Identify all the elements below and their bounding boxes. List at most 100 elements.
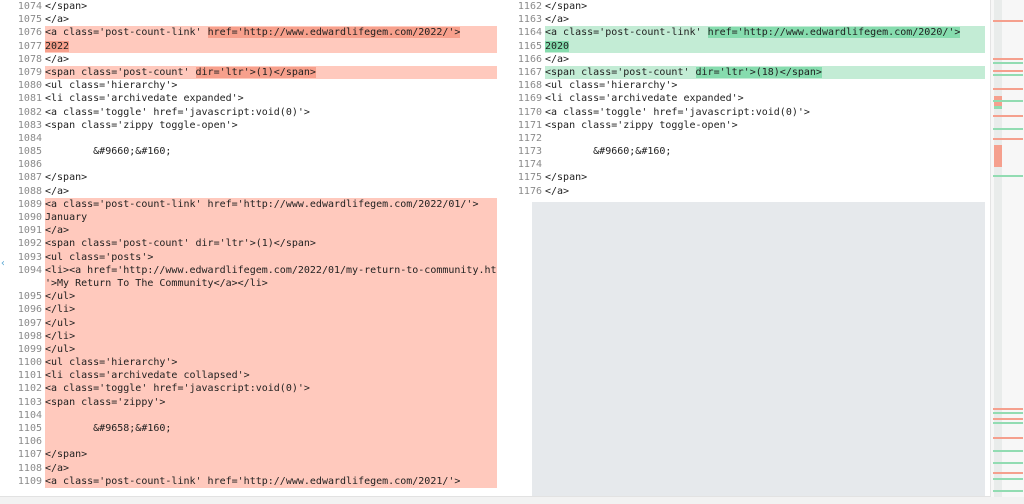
diff-line[interactable]: 1085 &#9660;&#160; (0, 145, 497, 158)
diff-line[interactable]: 1164 <a class='post-count-link' href='htt… (500, 26, 985, 40)
diff-line[interactable]: 1089 <a class='post-count-link' href='htt… (0, 197, 497, 211)
diff-line[interactable]: 1168 <ul class='hierarchy'> (500, 79, 985, 92)
diff-line[interactable]: 1080 <ul class='hierarchy'> (0, 79, 497, 92)
diff-line[interactable]: 1098 </li> (0, 329, 497, 343)
diff-line[interactable]: 1171 <span class='zippy toggle-open'> (500, 119, 985, 132)
revert-arrow-icon[interactable]: ‹ (0, 258, 8, 269)
code-text[interactable]: '>My Return To The Community</a></li> (45, 276, 497, 291)
diff-line[interactable]: 1107 </span> (0, 448, 497, 462)
code-text[interactable]: <a class='post-count-link' href='http://… (545, 26, 985, 40)
diff-line[interactable]: 1096 </li> (0, 303, 497, 317)
code-text[interactable]: <ul class='hierarchy'> (45, 79, 497, 92)
code-text[interactable]: <a class='post-count-link' href='http://… (45, 197, 497, 211)
code-text[interactable]: <a class='toggle' href='javascript:void(… (45, 106, 497, 119)
diff-line[interactable]: 1082 <a class='toggle' href='javascript:v… (0, 106, 497, 119)
diff-line[interactable]: 1175 </span> (500, 171, 985, 184)
diff-line[interactable]: 1174 (500, 158, 985, 171)
code-text[interactable]: </a> (45, 185, 497, 198)
diff-line[interactable]: 1172 (500, 132, 985, 145)
diff-line[interactable]: 1169 <li class='archivedate expanded'> (500, 92, 985, 105)
code-text[interactable]: </span> (45, 171, 497, 184)
code-text[interactable]: </a> (45, 461, 497, 475)
diff-line[interactable]: 1109 <a class='post-count-link' href='htt… (0, 474, 497, 488)
diff-line[interactable]: 1104 (0, 408, 497, 422)
code-text[interactable] (45, 158, 497, 171)
code-text[interactable]: </span> (545, 171, 985, 184)
code-text[interactable]: </li> (45, 329, 497, 343)
code-text[interactable] (45, 132, 497, 145)
code-text[interactable]: <span class='post-count' dir='ltr'>(18)<… (545, 65, 985, 80)
diff-line[interactable]: 1076 <a class='post-count-link' href='htt… (0, 26, 497, 40)
diff-line[interactable]: 1084 (0, 132, 497, 145)
code-text[interactable]: <span class='post-count' dir='ltr'>(1)</… (45, 65, 497, 80)
code-text[interactable]: January (45, 211, 497, 225)
diff-line[interactable]: 1077 2022 (0, 39, 497, 53)
code-text[interactable]: </a> (45, 224, 497, 238)
code-text[interactable]: <span class='post-count' dir='ltr'>(1)</… (45, 237, 497, 251)
code-text[interactable]: <ul class='hierarchy'> (45, 356, 497, 370)
horizontal-scrollbar[interactable] (0, 496, 1024, 504)
diff-line[interactable]: 1165 2020 (500, 39, 985, 53)
code-text[interactable]: <a class='post-count-link' href='http://… (45, 26, 497, 40)
diff-line[interactable]: 1162 </span> (500, 0, 985, 13)
diff-overview-ruler[interactable] (990, 0, 1024, 497)
code-text[interactable]: </span> (545, 0, 985, 13)
code-text[interactable]: <ul class='posts'> (45, 250, 497, 264)
diff-line[interactable]: 1092 <span class='post-count' dir='ltr'>(… (0, 237, 497, 251)
code-text[interactable]: &#9660;&#160; (545, 145, 985, 158)
diff-line[interactable]: 1166 </a> (500, 53, 985, 66)
code-text[interactable]: </a> (545, 185, 985, 198)
diff-line[interactable]: 1088 </a> (0, 185, 497, 198)
diff-line[interactable]: 1103 <span class='zippy'> (0, 395, 497, 409)
code-text[interactable]: <a class='toggle' href='javascript:void(… (45, 382, 497, 396)
code-text[interactable]: <a class='post-count-link' href='http://… (45, 474, 497, 488)
code-text[interactable]: <a class='toggle' href='javascript:void(… (545, 106, 985, 119)
code-text[interactable] (545, 158, 985, 171)
code-text[interactable]: 2022 (45, 39, 497, 53)
diff-line[interactable]: 1108 </a> (0, 461, 497, 475)
diff-line[interactable]: 1074 </span> (0, 0, 497, 13)
diff-line[interactable]: 1097 </ul> (0, 316, 497, 330)
diff-line[interactable]: 1163 </a> (500, 13, 985, 26)
code-text[interactable]: </li> (45, 303, 497, 317)
code-text[interactable]: </span> (45, 448, 497, 462)
code-text[interactable]: </ul> (45, 316, 497, 330)
code-text[interactable]: </a> (545, 13, 985, 26)
modified-pane[interactable]: 1162 </span> 1163 </a> 1164 <a class='post-co… (500, 0, 985, 497)
diff-line[interactable]: 1105 &#9658;&#160; (0, 422, 497, 436)
code-text[interactable] (545, 132, 985, 145)
diff-line[interactable]: 1093 <ul class='posts'> (0, 250, 497, 264)
code-text[interactable]: </ul> (45, 290, 497, 304)
diff-line[interactable]: 1106 (0, 435, 497, 449)
code-text[interactable]: </span> (45, 0, 497, 13)
code-text[interactable]: <li class='archivedate collapsed'> (45, 369, 497, 383)
diff-line[interactable]: 1170 <a class='toggle' href='javascript:v… (500, 106, 985, 119)
code-text[interactable]: <li class='archivedate expanded'> (545, 92, 985, 105)
diff-line[interactable]: 1079 <span class='post-count' dir='ltr'>(… (0, 65, 497, 80)
diff-line[interactable]: 1083 <span class='zippy toggle-open'> (0, 119, 497, 132)
diff-line[interactable]: 1078 </a> (0, 53, 497, 66)
code-text[interactable]: 2020 (545, 39, 985, 53)
code-text[interactable]: <span class='zippy toggle-open'> (545, 119, 985, 132)
code-text[interactable]: <span class='zippy toggle-open'> (45, 119, 497, 132)
diff-line[interactable]: 1086 (0, 158, 497, 171)
diff-line[interactable]: '>My Return To The Community</a></li> (0, 276, 497, 291)
diff-line[interactable]: 1081 <li class='archivedate expanded'> (0, 92, 497, 105)
diff-line[interactable]: 1102 <a class='toggle' href='javascript:v… (0, 382, 497, 396)
code-text[interactable]: </a> (45, 13, 497, 26)
code-text[interactable]: &#9660;&#160; (45, 145, 497, 158)
code-text[interactable]: </a> (45, 53, 497, 66)
diff-line[interactable]: 1075 </a> (0, 13, 497, 26)
diff-line[interactable]: 1167 <span class='post-count' dir='ltr'>(… (500, 65, 985, 80)
diff-line[interactable]: 1094 <li><a href='http://www.edwardlifege… (0, 263, 497, 277)
original-pane[interactable]: 1074 </span> 1075 </a> 1076 <a class='post-co… (0, 0, 497, 497)
code-text[interactable]: </a> (545, 53, 985, 66)
code-text[interactable]: <li><a href='http://www.edwardlifegem.co… (45, 263, 497, 277)
diff-line[interactable]: 1173 &#9660;&#160; (500, 145, 985, 158)
diff-line[interactable]: 1100 <ul class='hierarchy'> (0, 356, 497, 370)
diff-line[interactable]: 1095 </ul> (0, 290, 497, 304)
code-text[interactable] (45, 408, 497, 422)
diff-line[interactable]: 1087 </span> (0, 171, 497, 184)
code-text[interactable] (45, 435, 497, 449)
diff-line[interactable]: 1099 </ul> (0, 342, 497, 357)
